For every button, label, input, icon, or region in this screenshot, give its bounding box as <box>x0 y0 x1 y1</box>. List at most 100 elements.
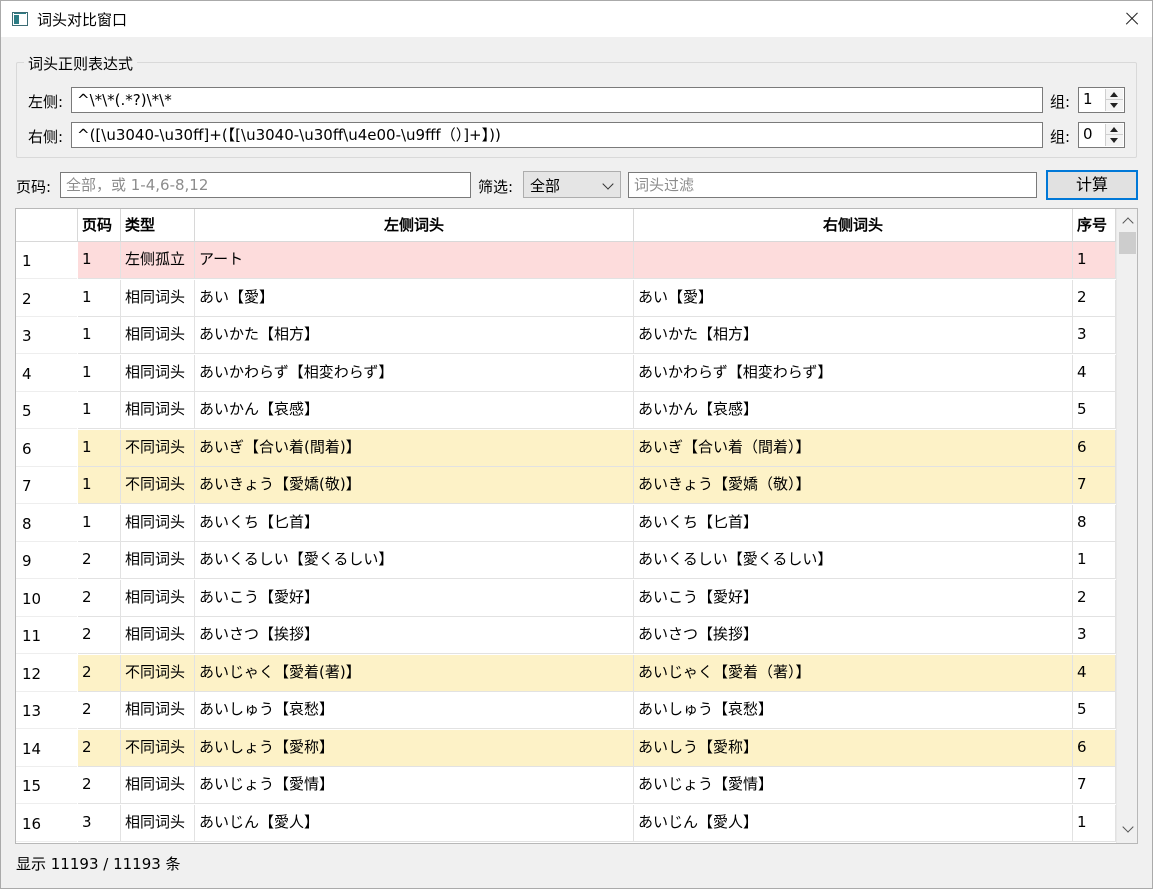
cell-index[interactable]: 6 <box>1073 429 1116 467</box>
cell-left-headword[interactable]: あいくち【匕首】 <box>195 504 634 542</box>
cell-type[interactable]: 不同词头 <box>121 654 195 692</box>
cell-page[interactable]: 2 <box>78 767 121 804</box>
left-regex-input[interactable]: ^\*\*(.*?)\*\* <box>71 87 1043 113</box>
header-index[interactable]: 序号 <box>1073 209 1116 242</box>
cell-left-headword[interactable]: あいしゅう【哀愁】 <box>195 692 634 729</box>
cell-index[interactable]: 2 <box>1073 279 1116 317</box>
cell-index[interactable]: 4 <box>1073 654 1116 692</box>
right-group-spinbox[interactable]: 0 <box>1078 122 1125 148</box>
cell-index[interactable]: 1 <box>1073 242 1116 279</box>
cell-left-headword[interactable]: あいじゃく【愛着(著)】 <box>195 654 634 692</box>
cell-right-headword[interactable]: あい【愛】 <box>634 279 1073 317</box>
table-row[interactable]: 3 1 相同词头 あいかた【相方】 あいかた【相方】 3 <box>16 317 1116 354</box>
cell-index[interactable]: 6 <box>1073 729 1116 767</box>
cell-left-headword[interactable]: あいじん【愛人】 <box>195 804 634 842</box>
cell-type[interactable]: 相同词头 <box>121 279 195 317</box>
header-type[interactable]: 类型 <box>121 209 195 242</box>
cell-page[interactable]: 1 <box>78 467 121 504</box>
cell-index[interactable]: 3 <box>1073 317 1116 354</box>
cell-type[interactable]: 相同词头 <box>121 354 195 392</box>
cell-index[interactable]: 7 <box>1073 767 1116 804</box>
cell-page[interactable]: 2 <box>78 617 121 654</box>
spin-down-icon[interactable] <box>1106 100 1123 111</box>
page-input[interactable]: 全部，或 1-4,6-8,12 <box>60 172 471 198</box>
cell-index[interactable]: 5 <box>1073 692 1116 729</box>
table-row[interactable]: 6 1 不同词头 あいぎ【合い着(間着)】 あいぎ【合い着（間着）】 6 <box>16 429 1116 467</box>
cell-index[interactable]: 3 <box>1073 617 1116 654</box>
cell-index[interactable]: 2 <box>1073 579 1116 617</box>
cell-page[interactable]: 2 <box>78 542 121 579</box>
table-row[interactable]: 9 2 相同词头 あいくるしい【愛くるしい】 あいくるしい【愛くるしい】 1 <box>16 542 1116 579</box>
cell-type[interactable]: 相同词头 <box>121 767 195 804</box>
cell-right-headword[interactable]: あいくち【匕首】 <box>634 504 1073 542</box>
cell-index[interactable]: 1 <box>1073 542 1116 579</box>
cell-type[interactable]: 不同词头 <box>121 429 195 467</box>
header-page[interactable]: 页码 <box>78 209 121 242</box>
table-row[interactable]: 10 2 相同词头 あいこう【愛好】 あいこう【愛好】 2 <box>16 579 1116 617</box>
cell-left-headword[interactable]: あいかわらず【相変わらず】 <box>195 354 634 392</box>
cell-left-headword[interactable]: あいぎ【合い着(間着)】 <box>195 429 634 467</box>
cell-left-headword[interactable]: アート <box>195 242 634 279</box>
cell-page[interactable]: 2 <box>78 654 121 692</box>
scrollbar-thumb[interactable] <box>1119 232 1136 254</box>
table-row[interactable]: 14 2 不同词头 あいしょう【愛称】 あいしう【愛称】 6 <box>16 729 1116 767</box>
cell-left-headword[interactable]: あいきょう【愛嬌(敬)】 <box>195 467 634 504</box>
right-regex-input[interactable]: ^([\u3040-\u30ff]+(【[\u3040-\u30ff\u4e00… <box>71 122 1043 148</box>
cell-type[interactable]: 不同词头 <box>121 467 195 504</box>
table-row[interactable]: 7 1 不同词头 あいきょう【愛嬌(敬)】 あいきょう【愛嬌（敬）】 7 <box>16 467 1116 504</box>
table-row[interactable]: 2 1 相同词头 あい【愛】 あい【愛】 2 <box>16 279 1116 317</box>
table-row[interactable]: 12 2 不同词头 あいじゃく【愛着(著)】 あいじゃく【愛着（著）】 4 <box>16 654 1116 692</box>
cell-page[interactable]: 1 <box>78 504 121 542</box>
cell-right-headword[interactable]: あいきょう【愛嬌（敬）】 <box>634 467 1073 504</box>
headword-filter-input[interactable]: 词头过滤 <box>628 172 1037 198</box>
cell-index[interactable]: 4 <box>1073 354 1116 392</box>
cell-index[interactable]: 5 <box>1073 392 1116 429</box>
cell-left-headword[interactable]: あいさつ【挨拶】 <box>195 617 634 654</box>
header-right-headword[interactable]: 右侧词头 <box>634 209 1073 242</box>
compute-button[interactable]: 计算 <box>1046 170 1138 200</box>
cell-left-headword[interactable]: あいこう【愛好】 <box>195 579 634 617</box>
cell-right-headword[interactable]: あいかん【哀感】 <box>634 392 1073 429</box>
cell-page[interactable]: 1 <box>78 392 121 429</box>
scroll-up-icon[interactable] <box>1122 217 1134 229</box>
cell-type[interactable]: 相同词头 <box>121 504 195 542</box>
cell-index[interactable]: 7 <box>1073 467 1116 504</box>
cell-index[interactable]: 8 <box>1073 504 1116 542</box>
cell-type[interactable]: 相同词头 <box>121 392 195 429</box>
table-row[interactable]: 11 2 相同词头 あいさつ【挨拶】 あいさつ【挨拶】 3 <box>16 617 1116 654</box>
cell-left-headword[interactable]: あいじょう【愛情】 <box>195 767 634 804</box>
close-icon[interactable] <box>1117 5 1147 33</box>
cell-right-headword[interactable]: あいしう【愛称】 <box>634 729 1073 767</box>
cell-page[interactable]: 1 <box>78 242 121 279</box>
cell-left-headword[interactable]: あいかん【哀感】 <box>195 392 634 429</box>
cell-type[interactable]: 相同词头 <box>121 317 195 354</box>
cell-type[interactable]: 不同词头 <box>121 729 195 767</box>
cell-type[interactable]: 相同词头 <box>121 804 195 842</box>
cell-type[interactable]: 左侧孤立 <box>121 242 195 279</box>
cell-index[interactable]: 1 <box>1073 804 1116 842</box>
cell-right-headword[interactable]: あいくるしい【愛くるしい】 <box>634 542 1073 579</box>
cell-left-headword[interactable]: あい【愛】 <box>195 279 634 317</box>
table-row[interactable]: 5 1 相同词头 あいかん【哀感】 あいかん【哀感】 5 <box>16 392 1116 429</box>
cell-page[interactable]: 1 <box>78 317 121 354</box>
table-row[interactable]: 8 1 相同词头 あいくち【匕首】 あいくち【匕首】 8 <box>16 504 1116 542</box>
table-row[interactable]: 16 3 相同词头 あいじん【愛人】 あいじん【愛人】 1 <box>16 804 1116 842</box>
scroll-down-icon[interactable] <box>1122 821 1134 833</box>
table-row[interactable]: 1 1 左侧孤立 アート 1 <box>16 242 1116 279</box>
cell-page[interactable]: 1 <box>78 279 121 317</box>
cell-right-headword[interactable]: あいぎ【合い着（間着）】 <box>634 429 1073 467</box>
vertical-scrollbar[interactable] <box>1116 209 1137 843</box>
cell-type[interactable]: 相同词头 <box>121 617 195 654</box>
cell-right-headword[interactable]: あいこう【愛好】 <box>634 579 1073 617</box>
cell-page[interactable]: 2 <box>78 579 121 617</box>
cell-page[interactable]: 1 <box>78 354 121 392</box>
cell-left-headword[interactable]: あいくるしい【愛くるしい】 <box>195 542 634 579</box>
cell-left-headword[interactable]: あいかた【相方】 <box>195 317 634 354</box>
cell-type[interactable]: 相同词头 <box>121 542 195 579</box>
cell-right-headword[interactable]: あいかわらず【相変わらず】 <box>634 354 1073 392</box>
spin-up-icon[interactable] <box>1106 89 1123 100</box>
cell-right-headword[interactable]: あいじゃく【愛着（著）】 <box>634 654 1073 692</box>
filter-select[interactable]: 全部 <box>523 171 621 198</box>
table-row[interactable]: 13 2 相同词头 あいしゅう【哀愁】 あいしゅう【哀愁】 5 <box>16 692 1116 729</box>
cell-type[interactable]: 相同词头 <box>121 579 195 617</box>
